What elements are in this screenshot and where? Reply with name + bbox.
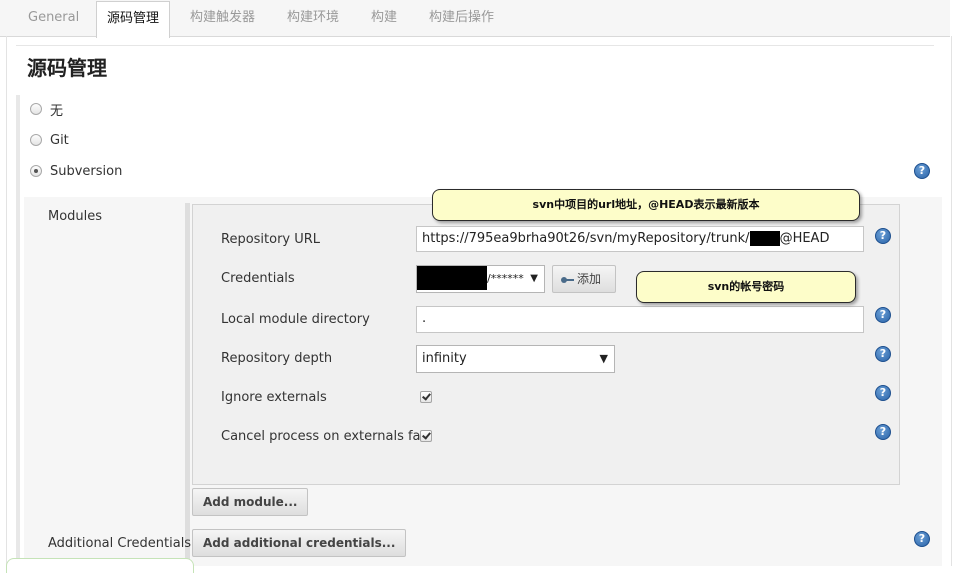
local-dir-label: Local module directory (221, 312, 370, 327)
credentials-value: /****** (487, 272, 524, 285)
divider (16, 45, 934, 46)
help-icon[interactable] (875, 307, 891, 323)
page-title: 源码管理 (27, 56, 107, 80)
repository-url-label: Repository URL (221, 232, 321, 247)
radio-label: 无 (50, 103, 64, 119)
help-icon[interactable] (875, 385, 891, 401)
credentials-annotation-callout: svn的帐号密码 (636, 271, 856, 303)
help-icon[interactable] (875, 228, 891, 244)
depth-value: infinity (422, 351, 467, 366)
tab-bar: General 源码管理 构建触发器 构建环境 构建 构建后操作 (0, 0, 950, 38)
add-button-label: 添加 (577, 272, 602, 286)
tab-general[interactable]: General (18, 0, 89, 36)
scm-option-git[interactable]: Git (30, 130, 69, 150)
add-credentials-button[interactable]: 添加 (552, 265, 616, 293)
add-module-button[interactable]: Add module... (192, 488, 309, 516)
chevron-down-icon: ▼ (530, 273, 538, 284)
tab-build-environment[interactable]: 构建环境 (277, 0, 349, 36)
repository-url-suffix: @HEAD (779, 231, 830, 246)
credentials-select[interactable]: /****** ▼ (416, 265, 545, 293)
radio-git[interactable] (30, 134, 42, 146)
repository-depth-label: Repository depth (221, 351, 333, 366)
local-dir-input[interactable]: . (416, 306, 864, 333)
cancel-process-label: Cancel process on externals fail (221, 429, 428, 444)
repository-url-input[interactable]: https://795ea9brha90t26/svn/myRepository… (416, 226, 864, 252)
radio-none[interactable] (30, 103, 42, 115)
chevron-down-icon: ▼ (599, 352, 608, 365)
url-annotation-callout: svn中项目的url地址，@HEAD表示最新版本 (432, 189, 860, 221)
section-indent-bar (16, 95, 20, 566)
add-additional-credentials-button[interactable]: Add additional credentials... (192, 529, 407, 557)
ignore-externals-label: Ignore externals (221, 390, 327, 405)
tab-source-code[interactable]: 源码管理 (96, 1, 171, 38)
radio-label: Subversion (50, 163, 123, 179)
modules-label: Modules (48, 209, 103, 224)
tab-post-build[interactable]: 构建后操作 (419, 0, 504, 36)
scm-option-none[interactable]: 无 (30, 99, 63, 119)
modules-indent-bar (185, 203, 190, 566)
credentials-label: Credentials (221, 271, 295, 286)
key-icon (561, 276, 574, 283)
help-icon[interactable] (875, 424, 891, 440)
redacted-block (417, 266, 487, 290)
additional-credentials-label: Additional Credentials (48, 536, 192, 551)
radio-label: Git (50, 132, 69, 148)
help-icon[interactable] (914, 531, 930, 547)
repository-url-text: https://795ea9brha90t26/svn/myRepository… (422, 231, 750, 246)
radio-subversion[interactable] (30, 165, 42, 177)
redacted-block (749, 231, 780, 246)
tab-build[interactable]: 构建 (361, 0, 407, 36)
tab-build-triggers[interactable]: 构建触发器 (180, 0, 265, 36)
ignore-externals-checkbox[interactable] (420, 391, 432, 403)
help-icon[interactable] (914, 163, 930, 179)
scm-option-subversion[interactable]: Subversion (30, 161, 122, 181)
repository-depth-select[interactable]: infinity ▼ (416, 345, 615, 373)
help-icon[interactable] (875, 346, 891, 362)
cancel-process-checkbox[interactable] (420, 430, 432, 442)
